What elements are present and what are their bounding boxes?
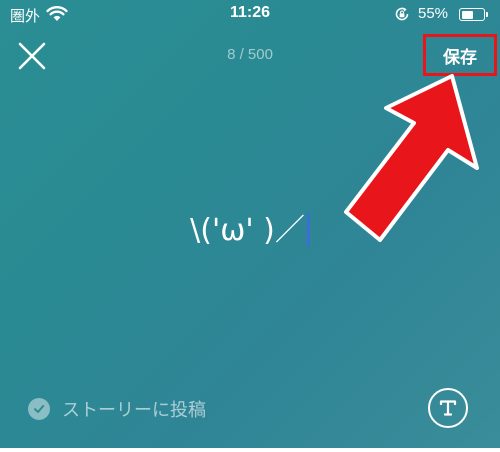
check-icon	[34, 405, 45, 413]
check-circle	[28, 398, 50, 420]
battery-cap	[486, 12, 488, 17]
text-style-icon	[439, 400, 457, 416]
rotation-lock-icon	[395, 7, 409, 21]
post-to-story-label: ストーリーに投稿	[62, 400, 206, 421]
status-bar: 圏外 11:26 55%	[0, 0, 500, 30]
battery-fill	[461, 10, 473, 19]
battery-percent: 55%	[418, 5, 449, 22]
text-style-button[interactable]	[428, 388, 468, 428]
battery-icon	[459, 8, 488, 21]
post-to-story-toggle[interactable]: ストーリーに投稿	[28, 396, 206, 422]
story-text-editor-screen: 圏外 11:26 55% 8 / 500 保存 \('ω' )／ ストーリーに投…	[0, 0, 500, 448]
story-text-input[interactable]: \('ω' )／	[0, 205, 500, 249]
story-text-content: \('ω' )／	[190, 213, 305, 248]
text-caret	[306, 213, 310, 247]
save-button-label: 保存	[443, 47, 477, 68]
